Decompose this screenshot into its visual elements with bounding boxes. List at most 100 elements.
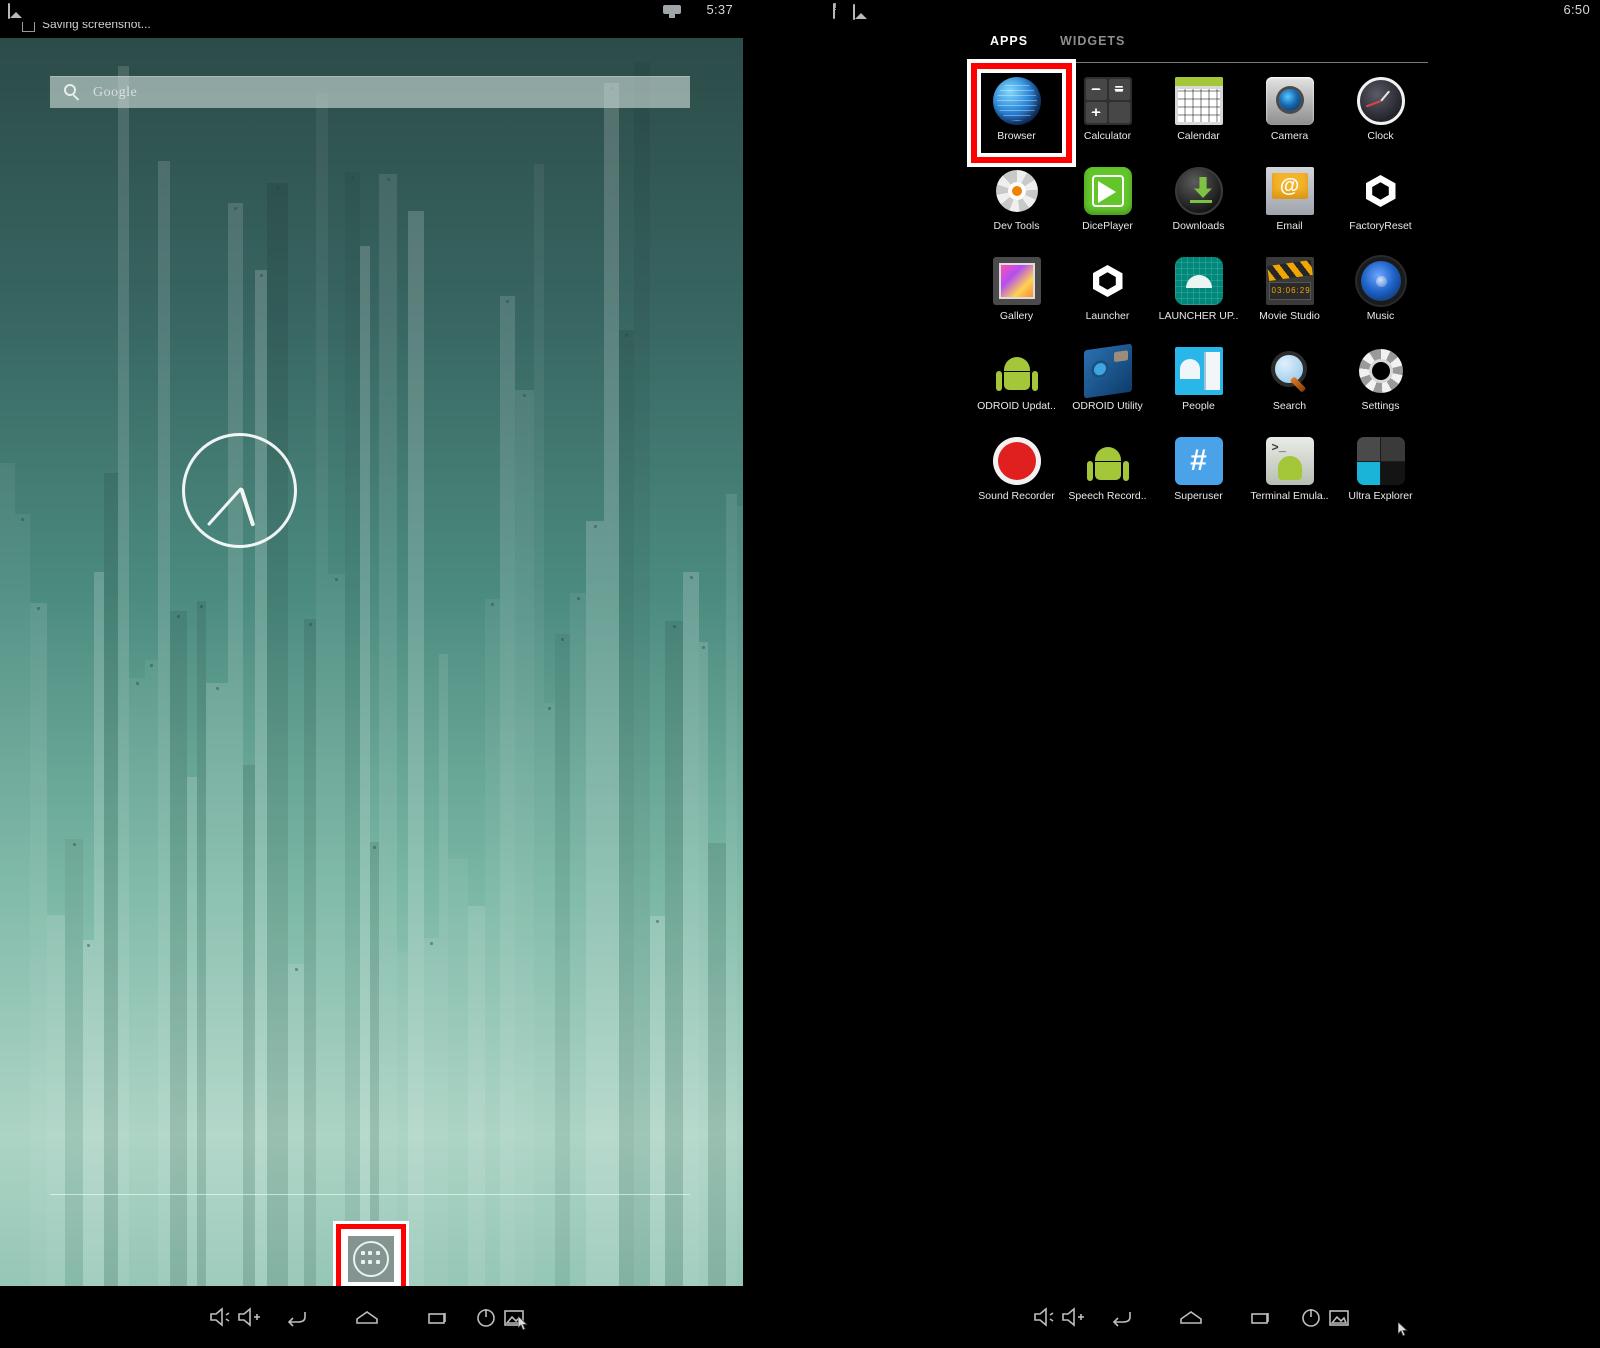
home-button[interactable] — [1174, 1302, 1208, 1332]
app-item-terminal-emula[interactable]: Terminal Emula.. — [1244, 430, 1335, 520]
app-label: Downloads — [1172, 221, 1225, 232]
diceplayer-icon — [1083, 167, 1132, 215]
unity-logo-icon — [1357, 167, 1405, 215]
app-label: Sound Recorder — [978, 491, 1055, 502]
app-item-odroid-updat[interactable]: ODROID Updat.. — [971, 340, 1062, 430]
app-label: LAUNCHER UP.. — [1158, 311, 1239, 322]
back-button[interactable] — [279, 1302, 313, 1332]
browser-globe-icon — [992, 77, 1041, 125]
app-label: Superuser — [1174, 491, 1223, 502]
right-status-time: 6:50 — [1563, 2, 1590, 17]
app-item-downloads[interactable]: Downloads — [1153, 160, 1244, 250]
app-label: Terminal Emula.. — [1250, 491, 1329, 502]
app-label: Camera — [1270, 131, 1309, 142]
app-item-diceplayer[interactable]: DicePlayer — [1062, 160, 1153, 250]
app-drawer-highlight-box — [336, 1224, 406, 1286]
app-label: ODROID Utility — [1072, 401, 1143, 412]
ultra-explorer-icon — [1356, 437, 1405, 485]
app-item-launcher[interactable]: Launcher — [1062, 250, 1153, 340]
notification-text: Saving screenshot... — [42, 22, 151, 31]
left-navigation-bar — [0, 1286, 743, 1348]
email-icon — [1265, 167, 1314, 215]
dev-tools-gear-icon — [993, 167, 1041, 215]
app-item-sound-recorder[interactable]: Sound Recorder — [971, 430, 1062, 520]
screenshot-button[interactable] — [1322, 1302, 1356, 1332]
odroid-board-icon — [1083, 343, 1132, 399]
back-button[interactable] — [1104, 1302, 1138, 1332]
left-status-bar: 5:37 — [0, 0, 743, 22]
volume-up-button[interactable] — [1055, 1302, 1089, 1332]
app-item-launcher-up[interactable]: LAUNCHER UP.. — [1153, 250, 1244, 340]
app-label: Ultra Explorer — [1348, 491, 1413, 502]
downloads-icon — [1174, 167, 1223, 215]
clock-minute-hand — [206, 486, 243, 527]
app-item-factoryreset[interactable]: FactoryReset — [1335, 160, 1426, 250]
app-item-search[interactable]: Search — [1244, 340, 1335, 430]
app-label: Clock — [1367, 131, 1394, 142]
calculator-icon: − = + — [1083, 77, 1132, 125]
app-item-speech-record[interactable]: Speech Record.. — [1062, 430, 1153, 520]
app-label: Search — [1272, 401, 1307, 412]
right-device-panel: 6:50 APPS WIDGETS Browser −=+ Calculator Ca… — [743, 0, 1600, 1348]
app-label: Launcher — [1085, 311, 1130, 322]
app-item-music[interactable]: Music — [1335, 250, 1426, 340]
app-label: FactoryReset — [1349, 221, 1412, 232]
all-apps-button[interactable] — [348, 1236, 394, 1282]
home-screen-wallpaper[interactable]: Google — [0, 22, 743, 1286]
app-label: Calendar — [1177, 131, 1220, 142]
app-item-settings[interactable]: Settings — [1335, 340, 1426, 430]
app-item-camera[interactable]: Camera — [1244, 70, 1335, 160]
recents-button[interactable] — [1244, 1302, 1278, 1332]
app-grid: Browser − = + Calculator Calendar Camera Clock D… — [971, 70, 1431, 520]
app-item-superuser[interactable]: Superuser — [1153, 430, 1244, 520]
app-label: Music — [1366, 311, 1395, 322]
app-label: Dev Tools — [993, 221, 1040, 232]
notification-ticker[interactable]: Saving screenshot... — [0, 22, 743, 38]
app-item-gallery[interactable]: Gallery — [971, 250, 1062, 340]
gallery-icon — [992, 257, 1041, 305]
app-item-people[interactable]: People — [1153, 340, 1244, 430]
analog-clock-widget[interactable] — [182, 433, 297, 548]
screenshot-root: Google 5:37 Saving screenshot... ! 6:50 … — [0, 0, 1600, 1348]
app-item-email[interactable]: Email — [1244, 160, 1335, 250]
volume-up-button[interactable] — [231, 1302, 265, 1332]
app-item-odroid-utility[interactable]: ODROID Utility — [1062, 340, 1153, 430]
calendar-icon — [1174, 77, 1223, 125]
settings-gear-icon — [1357, 347, 1405, 395]
screenshot-icon — [8, 3, 22, 19]
tab-active-indicator — [980, 60, 1050, 63]
app-label: Email — [1276, 221, 1303, 232]
app-item-movie-studio[interactable]: 03:06:29 Movie Studio — [1244, 250, 1335, 340]
app-item-ultra-explorer[interactable]: Ultra Explorer — [1335, 430, 1426, 520]
clock-icon — [1356, 77, 1405, 125]
app-label: People — [1182, 401, 1215, 412]
app-item-calendar[interactable]: Calendar — [1153, 70, 1244, 160]
google-search-bar[interactable]: Google — [50, 76, 690, 108]
drawer-tabs: APPS WIDGETS — [980, 30, 1147, 60]
app-label: ODROID Updat.. — [977, 401, 1056, 412]
mouse-cursor-right — [1397, 1321, 1409, 1337]
hotseat-divider — [50, 1194, 690, 1195]
app-item-calculator[interactable]: − = + Calculator — [1062, 70, 1153, 160]
mouse-cursor-left — [517, 1315, 529, 1331]
sound-recorder-icon — [992, 437, 1041, 485]
tab-widgets[interactable]: WIDGETS — [1050, 30, 1147, 60]
home-button[interactable] — [350, 1302, 384, 1332]
search-icon — [64, 84, 81, 101]
launcher-update-icon — [1174, 257, 1223, 305]
notification-screenshot-icon — [22, 22, 35, 32]
recents-button[interactable] — [421, 1302, 455, 1332]
unity-logo-icon — [1084, 257, 1132, 305]
app-label: Browser — [997, 131, 1036, 142]
right-navigation-bar — [743, 1286, 1600, 1348]
app-label: Calculator — [1083, 131, 1132, 142]
app-item-browser[interactable]: Browser — [971, 70, 1062, 160]
tab-apps[interactable]: APPS — [980, 30, 1050, 60]
app-item-clock[interactable]: Clock — [1335, 70, 1426, 160]
apps-grid-icon — [353, 1241, 389, 1277]
app-label: DicePlayer — [1082, 221, 1133, 232]
app-item-dev-tools[interactable]: Dev Tools — [971, 160, 1062, 250]
search-magnifier-icon — [1266, 347, 1314, 395]
camera-icon — [1265, 77, 1314, 125]
screenshot-image-icon — [853, 4, 855, 20]
